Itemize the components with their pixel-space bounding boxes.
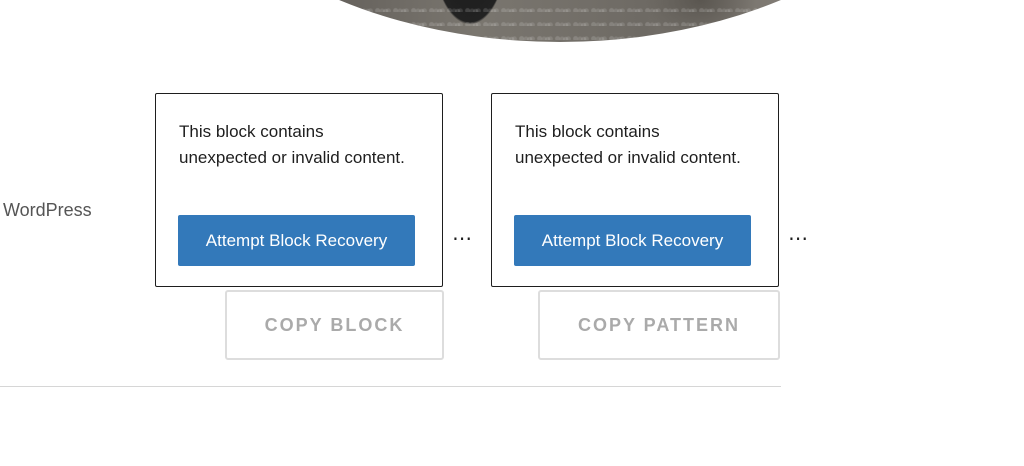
more-options-icon[interactable]: ⋯ — [452, 226, 474, 251]
separator-line — [0, 386, 781, 387]
invalid-block-message: This block contains unexpected or invali… — [179, 122, 405, 167]
header-cover-image — [140, 0, 980, 42]
attempt-block-recovery-button[interactable]: Attempt Block Recovery — [514, 215, 751, 266]
attempt-block-recovery-button[interactable]: Attempt Block Recovery — [178, 215, 415, 266]
editor-canvas: r WordPress This block contains unexpect… — [0, 0, 1024, 466]
invalid-block-warning: This block contains unexpected or invali… — [155, 93, 443, 287]
copy-pattern-button[interactable]: COPY PATTERN — [538, 290, 780, 360]
invalid-block-warning: This block contains unexpected or invali… — [491, 93, 779, 287]
site-tagline-text: r WordPress — [0, 200, 92, 220]
invalid-block-message: This block contains unexpected or invali… — [515, 122, 741, 167]
more-options-icon[interactable]: ⋯ — [788, 226, 810, 251]
copy-block-button[interactable]: COPY BLOCK — [225, 290, 444, 360]
